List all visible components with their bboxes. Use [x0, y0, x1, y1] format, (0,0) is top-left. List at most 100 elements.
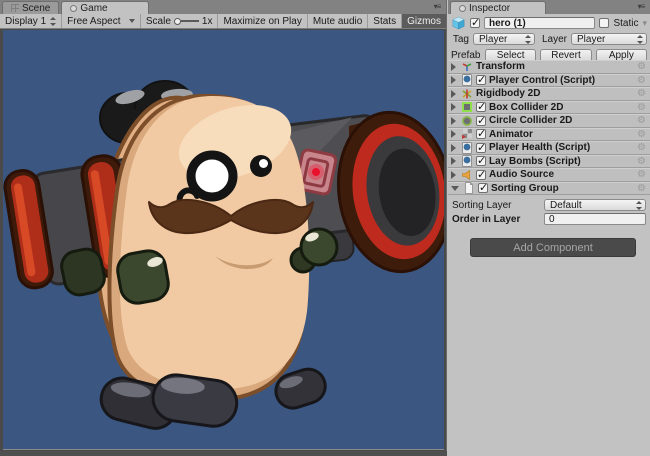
foldout-icon[interactable] [451, 76, 457, 84]
component-header-box-collider2d[interactable]: Box Collider 2D [448, 101, 650, 115]
game-tab-label: Game [80, 3, 107, 14]
stats-button[interactable]: Stats [368, 14, 402, 28]
component-enabled-checkbox[interactable] [476, 129, 486, 139]
foldout-icon[interactable] [451, 157, 457, 165]
scale-slider[interactable] [174, 18, 199, 25]
component-enabled-checkbox[interactable] [476, 75, 486, 85]
foldout-icon[interactable] [451, 144, 457, 152]
tab-inspector[interactable]: Inspector [450, 1, 546, 14]
gameobject-name-field[interactable]: hero (1) [484, 17, 595, 29]
component-header-player-control[interactable]: Player Control (Script) [448, 74, 650, 88]
component-enabled-checkbox[interactable] [476, 170, 486, 180]
tab-game[interactable]: Game [61, 1, 149, 14]
rigidbody2d-icon [460, 88, 473, 100]
scale-value: 1x [202, 16, 213, 27]
gear-icon[interactable] [634, 88, 646, 99]
audio-source-icon [460, 169, 473, 181]
gear-icon[interactable] [634, 169, 646, 180]
scale-label: Scale [146, 16, 171, 27]
foldout-icon[interactable] [451, 117, 457, 125]
mute-audio-button[interactable]: Mute audio [308, 14, 368, 28]
component-enabled-checkbox[interactable] [478, 183, 488, 193]
component-header-lay-bombs[interactable]: Lay Bombs (Script) [448, 155, 650, 169]
inspector-header: hero (1) Static ▾ Tag Player Layer Playe… [448, 14, 650, 59]
prefab-label: Prefab [451, 50, 481, 61]
component-enabled-checkbox[interactable] [476, 102, 486, 112]
gizmos-button[interactable]: Gizmos [402, 14, 446, 28]
box-collider-icon [460, 101, 473, 113]
popup-arrows-icon [49, 17, 56, 26]
component-header-transform[interactable]: Transform [448, 60, 650, 74]
component-enabled-checkbox[interactable] [476, 116, 486, 126]
component-list: Transform Player Control (Script) Rigid [448, 60, 650, 195]
gear-icon[interactable] [634, 142, 646, 153]
foldout-icon[interactable] [451, 130, 457, 138]
tag-dropdown[interactable]: Player [473, 33, 535, 45]
monocle [191, 155, 233, 197]
scene-tab-icon [11, 4, 19, 12]
order-in-layer-field[interactable]: 0 [544, 213, 646, 225]
static-checkbox[interactable] [599, 18, 609, 28]
inspector-tab-icon [459, 5, 466, 12]
scene-tab-label: Scene [22, 3, 50, 14]
game-tabstrip: Scene Game [0, 0, 446, 14]
scale-slider-track [181, 20, 199, 22]
hero-character-illustration [3, 30, 444, 450]
component-enabled-checkbox[interactable] [476, 143, 486, 153]
gear-icon[interactable] [634, 156, 646, 167]
component-header-circle-collider2d[interactable]: Circle Collider 2D [448, 114, 650, 128]
static-label: Static [613, 18, 638, 29]
gear-icon[interactable] [634, 183, 646, 194]
foldout-icon[interactable] [451, 103, 457, 111]
add-component-button[interactable]: Add Component [470, 238, 636, 257]
component-header-rigidbody2d[interactable]: Rigidbody 2D [448, 87, 650, 101]
tag-label: Tag [451, 34, 469, 45]
display-dropdown[interactable]: Display 1 [0, 14, 62, 28]
game-viewport[interactable] [3, 30, 444, 450]
foldout-icon[interactable] [451, 171, 457, 179]
foldout-icon[interactable] [451, 63, 457, 71]
layer-dropdown[interactable]: Player [571, 33, 647, 45]
inspector-panel-menu-icon[interactable] [634, 2, 648, 12]
component-header-sorting-group[interactable]: Sorting Group [448, 182, 650, 196]
static-dropdown-icon[interactable]: ▾ [642, 18, 647, 29]
gear-icon[interactable] [634, 75, 646, 86]
aspect-dropdown[interactable]: Free Aspect [62, 14, 141, 28]
foldout-open-icon[interactable] [451, 186, 459, 191]
window-bottom-edge [0, 451, 447, 456]
script-icon [460, 155, 473, 167]
inspector-tabstrip: Inspector [448, 0, 650, 14]
component-header-audio-source[interactable]: Audio Source [448, 168, 650, 182]
maximize-on-play-button[interactable]: Maximize on Play [218, 14, 307, 28]
tab-scene[interactable]: Scene [2, 1, 59, 14]
scale-control: Scale 1x [141, 14, 218, 28]
sorting-group-icon [462, 182, 475, 194]
component-header-player-health[interactable]: Player Health (Script) [448, 141, 650, 155]
scale-slider-knob[interactable] [174, 18, 181, 25]
component-enabled-checkbox[interactable] [476, 156, 486, 166]
game-toolbar: Display 1 Free Aspect Scale 1x Maximize … [0, 14, 446, 29]
gear-icon[interactable] [634, 102, 646, 113]
unity-editor-window: Scene Game Display 1 Free Aspect Scale [0, 0, 650, 456]
animator-icon [460, 128, 473, 140]
gameobject-active-checkbox[interactable] [470, 18, 480, 28]
popup-arrows-icon [635, 201, 642, 210]
prefab-cube-icon [451, 16, 466, 31]
popup-arrows-icon [636, 35, 643, 44]
inspector-tab-label: Inspector [469, 3, 510, 14]
inspector-panel: Inspector hero (1) Static ▾ Tag Pl [448, 0, 650, 456]
game-panel-menu-icon[interactable] [430, 2, 444, 12]
component-header-animator[interactable]: Animator [448, 128, 650, 142]
gear-icon[interactable] [634, 115, 646, 126]
gear-icon[interactable] [634, 61, 646, 72]
sorting-group-body: Sorting Layer Default Order in Layer 0 [448, 196, 650, 228]
foldout-icon[interactable] [451, 90, 457, 98]
transform-icon [460, 61, 473, 73]
script-icon [460, 142, 473, 154]
popup-arrows-icon [524, 35, 531, 44]
circle-collider-icon [460, 115, 473, 127]
sorting-layer-label: Sorting Layer [452, 200, 540, 211]
sorting-layer-dropdown[interactable]: Default [544, 199, 646, 211]
gear-icon[interactable] [634, 129, 646, 140]
game-tab-icon [70, 5, 77, 12]
